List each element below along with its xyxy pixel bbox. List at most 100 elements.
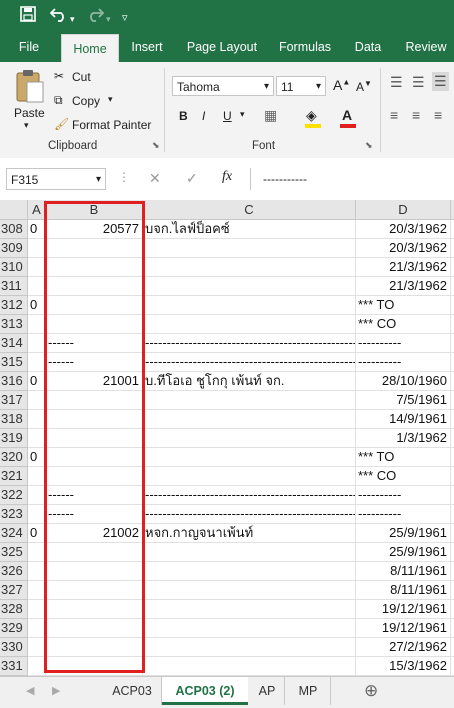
cell-d[interactable]: *** CO bbox=[356, 315, 451, 334]
column-header-a[interactable]: A bbox=[28, 200, 46, 220]
cell-c[interactable] bbox=[143, 562, 356, 581]
cell-d[interactable]: 8/11/1961 bbox=[356, 581, 451, 600]
cancel-icon[interactable]: ✕ bbox=[149, 170, 161, 187]
align-middle-icon[interactable]: ☰ bbox=[412, 74, 425, 91]
row-header[interactable]: 309 bbox=[0, 239, 28, 258]
cell-b[interactable] bbox=[46, 410, 143, 429]
font-color-icon[interactable]: A bbox=[342, 107, 352, 123]
cell-a[interactable] bbox=[28, 429, 46, 448]
cell-a[interactable] bbox=[28, 239, 46, 258]
sheet-tab-mp[interactable]: MP bbox=[286, 677, 331, 705]
clipboard-launcher-icon[interactable]: ⬊ bbox=[152, 140, 160, 151]
cell-d[interactable]: 19/12/1961 bbox=[356, 600, 451, 619]
cell-d[interactable]: ---------- bbox=[356, 334, 451, 353]
cut-button[interactable]: Cut bbox=[72, 70, 91, 84]
scroll-left-icon[interactable]: ◀ bbox=[26, 684, 34, 697]
cell-a[interactable]: 0 bbox=[28, 372, 46, 391]
undo-icon[interactable] bbox=[49, 6, 68, 28]
cell-c[interactable] bbox=[143, 467, 356, 486]
align-top-icon[interactable]: ☰ bbox=[390, 74, 403, 91]
cell-c[interactable] bbox=[143, 581, 356, 600]
cell-c[interactable]: ----------------------------------------… bbox=[143, 486, 356, 505]
cell-b[interactable] bbox=[46, 562, 143, 581]
underline-button[interactable]: U bbox=[223, 109, 232, 123]
cell-d[interactable]: 28/10/1960 bbox=[356, 372, 451, 391]
name-box[interactable]: F315 ▾ bbox=[6, 168, 106, 190]
row-header[interactable]: 312 bbox=[0, 296, 28, 315]
row-header[interactable]: 308 bbox=[0, 220, 28, 239]
formula-input[interactable]: ----------- bbox=[250, 168, 454, 190]
cell-c[interactable] bbox=[143, 296, 356, 315]
cell-d[interactable]: 25/9/1961 bbox=[356, 543, 451, 562]
save-icon[interactable] bbox=[20, 6, 36, 28]
cell-b[interactable]: ------ bbox=[46, 505, 143, 524]
tab-page-layout[interactable]: Page Layout bbox=[182, 32, 262, 62]
cell-b[interactable]: 21001 bbox=[46, 372, 143, 391]
cell-a[interactable] bbox=[28, 315, 46, 334]
paste-button[interactable]: Paste bbox=[14, 106, 45, 120]
italic-button[interactable]: I bbox=[202, 109, 205, 123]
borders-icon[interactable]: ▦ bbox=[264, 107, 277, 124]
cell-c[interactable]: บจก.ไลฟ์ป็อคซ์ bbox=[143, 220, 356, 239]
redo-icon[interactable] bbox=[86, 6, 105, 28]
align-bottom-icon[interactable]: ☰ bbox=[432, 72, 449, 91]
row-header[interactable]: 328 bbox=[0, 600, 28, 619]
cell-d[interactable]: 1/3/1962 bbox=[356, 429, 451, 448]
row-header[interactable]: 323 bbox=[0, 505, 28, 524]
cell-c[interactable] bbox=[143, 448, 356, 467]
row-header[interactable]: 327 bbox=[0, 581, 28, 600]
align-center-icon[interactable]: ≡ bbox=[412, 107, 420, 123]
cell-b[interactable] bbox=[46, 600, 143, 619]
cell-d[interactable]: 15/3/1962 bbox=[356, 657, 451, 676]
sheet-tab-acp03-2[interactable]: ACP03 (2) bbox=[162, 677, 248, 705]
sheet-tab-acp03[interactable]: ACP03 bbox=[103, 677, 162, 705]
bold-button[interactable]: B bbox=[179, 109, 188, 123]
underline-dropdown-icon[interactable]: ▾ bbox=[240, 109, 245, 120]
worksheet-grid[interactable]: A B C D 308 0 20577 บจก.ไลฟ์ป็อคซ์ 20/3/1962… bbox=[0, 200, 454, 676]
sheet-tab-ap[interactable]: AP bbox=[250, 677, 285, 705]
cell-d[interactable]: ---------- bbox=[356, 486, 451, 505]
tab-insert[interactable]: Insert bbox=[124, 32, 170, 62]
row-header[interactable]: 330 bbox=[0, 638, 28, 657]
customize-toolbar-icon[interactable]: ▿ bbox=[122, 8, 128, 28]
cell-c[interactable] bbox=[143, 543, 356, 562]
row-header[interactable]: 314 bbox=[0, 334, 28, 353]
cell-b[interactable] bbox=[46, 581, 143, 600]
cell-b[interactable] bbox=[46, 296, 143, 315]
cell-a[interactable] bbox=[28, 277, 46, 296]
cell-c[interactable] bbox=[143, 638, 356, 657]
cell-c[interactable]: ----------------------------------------… bbox=[143, 353, 356, 372]
cell-a[interactable] bbox=[28, 391, 46, 410]
row-header[interactable]: 316 bbox=[0, 372, 28, 391]
font-name-select[interactable]: Tahoma ▾ bbox=[172, 76, 274, 96]
cell-d[interactable]: 20/3/1962 bbox=[356, 239, 451, 258]
scroll-right-icon[interactable]: ▶ bbox=[52, 684, 60, 697]
row-header[interactable]: 310 bbox=[0, 258, 28, 277]
cell-a[interactable] bbox=[28, 600, 46, 619]
cell-b[interactable] bbox=[46, 448, 143, 467]
row-header[interactable]: 331 bbox=[0, 657, 28, 676]
cell-c[interactable] bbox=[143, 600, 356, 619]
cell-d[interactable]: *** TO bbox=[356, 448, 451, 467]
cell-a[interactable] bbox=[28, 619, 46, 638]
enter-icon[interactable]: ✓ bbox=[186, 170, 198, 187]
cell-b[interactable] bbox=[46, 258, 143, 277]
cell-b[interactable]: 20577 bbox=[46, 220, 143, 239]
cell-a[interactable] bbox=[28, 505, 46, 524]
select-all-corner[interactable] bbox=[0, 200, 28, 220]
cell-c[interactable]: ----------------------------------------… bbox=[143, 505, 356, 524]
cell-c[interactable] bbox=[143, 657, 356, 676]
cell-d[interactable]: ---------- bbox=[356, 353, 451, 372]
cell-b[interactable]: ------ bbox=[46, 334, 143, 353]
paste-dropdown-icon[interactable]: ▾ bbox=[24, 120, 29, 131]
cell-a[interactable] bbox=[28, 657, 46, 676]
cell-d[interactable]: ---------- bbox=[356, 505, 451, 524]
font-size-select[interactable]: 11 ▾ bbox=[276, 76, 326, 96]
row-header[interactable]: 317 bbox=[0, 391, 28, 410]
row-header[interactable]: 319 bbox=[0, 429, 28, 448]
cell-a[interactable]: 0 bbox=[28, 296, 46, 315]
cell-b[interactable] bbox=[46, 277, 143, 296]
column-header-b[interactable]: B bbox=[46, 200, 143, 220]
cell-b[interactable] bbox=[46, 619, 143, 638]
row-header[interactable]: 321 bbox=[0, 467, 28, 486]
